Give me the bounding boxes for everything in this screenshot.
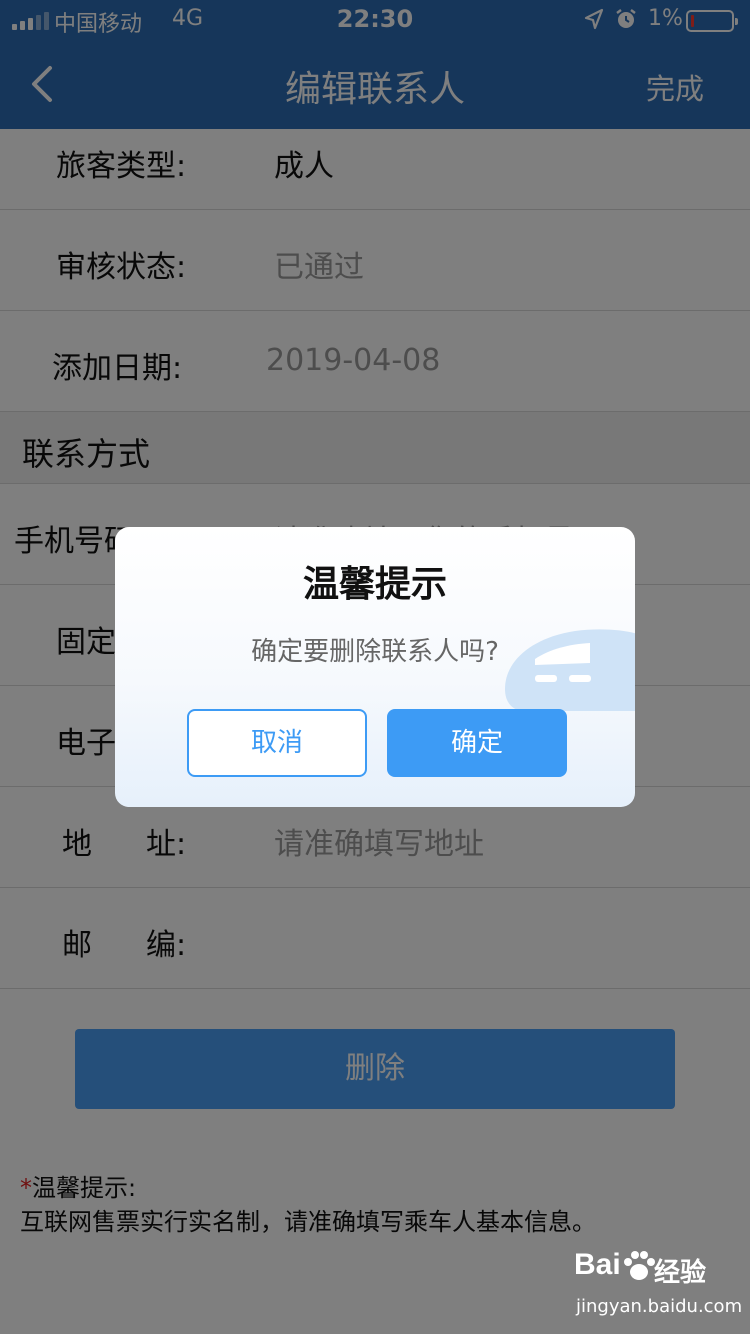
watermark-url: jingyan.baidu.com bbox=[576, 1296, 743, 1317]
watermark-logo-suffix: 经验 bbox=[654, 1258, 707, 1288]
dialog-title: 温馨提示 bbox=[302, 564, 447, 605]
baidu-jingyan-watermark: Bai 经验 jingyan.baidu.com bbox=[560, 1248, 742, 1318]
confirm-dialog: 温馨提示 确定要删除联系人吗? 取消 确定 bbox=[115, 527, 635, 807]
watermark-logo-text: Bai bbox=[574, 1248, 621, 1281]
cancel-button[interactable]: 取消 bbox=[187, 709, 367, 777]
dialog-message: 确定要删除联系人吗? bbox=[251, 637, 499, 667]
confirm-button[interactable]: 确定 bbox=[387, 709, 567, 777]
paw-icon bbox=[624, 1251, 655, 1280]
